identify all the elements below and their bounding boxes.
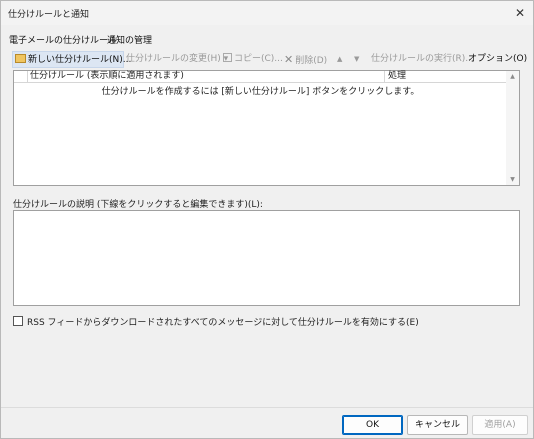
window-title: 仕分けルールと通知 bbox=[8, 10, 90, 20]
move-up-button[interactable]: ▲ bbox=[337, 51, 342, 68]
rss-rules-label[interactable]: RSS フィードからダウンロードされたすべてのメッセージに対して仕分けルールを有… bbox=[27, 315, 419, 328]
rules-list-scrollbar[interactable]: ▲ ▼ bbox=[506, 71, 519, 185]
tab-email-rules[interactable]: 電子メールの仕分けルール bbox=[9, 33, 117, 46]
scroll-up-arrow-icon[interactable]: ▲ bbox=[506, 73, 519, 80]
rules-list-header: 仕分けルール (表示順に適用されます) 処理 bbox=[14, 71, 507, 83]
tab-manage-alerts[interactable]: 通知の管理 bbox=[107, 33, 152, 46]
rules-list[interactable]: 仕分けルール (表示順に適用されます) 処理 仕分けルールを作成するには [新し… bbox=[13, 70, 520, 186]
rule-description-box[interactable] bbox=[13, 210, 520, 306]
delete-rule-button[interactable]: ✕ 削除(D) bbox=[284, 51, 327, 68]
rss-rules-checkbox[interactable] bbox=[13, 316, 23, 326]
scroll-down-arrow-icon[interactable]: ▼ bbox=[506, 176, 519, 183]
dialog-footer: OK キャンセル 適用(A) bbox=[1, 407, 533, 438]
cancel-button[interactable]: キャンセル bbox=[407, 415, 468, 435]
new-rule-button[interactable]: 新しい仕分けルール(N)... bbox=[12, 51, 131, 68]
new-rule-label: 新しい仕分けルール(N)... bbox=[28, 55, 132, 65]
delete-icon: ✕ bbox=[284, 53, 294, 66]
ok-button[interactable]: OK bbox=[342, 415, 403, 435]
column-header-rule[interactable]: 仕分けルール (表示順に適用されます) bbox=[30, 71, 385, 82]
header-checkbox-column bbox=[14, 71, 28, 82]
apply-button[interactable]: 適用(A) bbox=[472, 415, 528, 435]
close-button[interactable]: ✕ bbox=[511, 4, 529, 22]
delete-label: 削除(D) bbox=[295, 56, 328, 66]
title-bar: 仕分けルールと通知 ✕ bbox=[1, 1, 533, 25]
options-button[interactable]: オプション(O) bbox=[468, 51, 527, 68]
rules-and-alerts-dialog: 仕分けルールと通知 ✕ 電子メールの仕分けルール 通知の管理 新しい仕分けルール… bbox=[0, 0, 534, 439]
column-header-action[interactable]: 処理 bbox=[388, 71, 406, 82]
new-rule-icon bbox=[15, 54, 26, 63]
change-rule-button[interactable]: 仕分けルールの変更(H) ▾ bbox=[126, 51, 228, 68]
run-rules-button[interactable]: 仕分けルールの実行(R)... bbox=[371, 51, 474, 68]
empty-list-message: 仕分けルールを作成するには [新しい仕分けルール] ボタンをクリックします。 bbox=[101, 87, 420, 97]
rules-toolbar: 新しい仕分けルール(N)... 仕分けルールの変更(H) ▾ コピー(C)...… bbox=[12, 51, 527, 69]
copy-icon bbox=[223, 53, 232, 62]
copy-label: コピー(C)... bbox=[234, 54, 283, 64]
rule-description-label: 仕分けルールの説明 (下線をクリックすると編集できます)(L): bbox=[13, 200, 263, 210]
copy-rule-button[interactable]: コピー(C)... bbox=[223, 51, 283, 68]
move-down-button[interactable]: ▼ bbox=[354, 51, 359, 68]
